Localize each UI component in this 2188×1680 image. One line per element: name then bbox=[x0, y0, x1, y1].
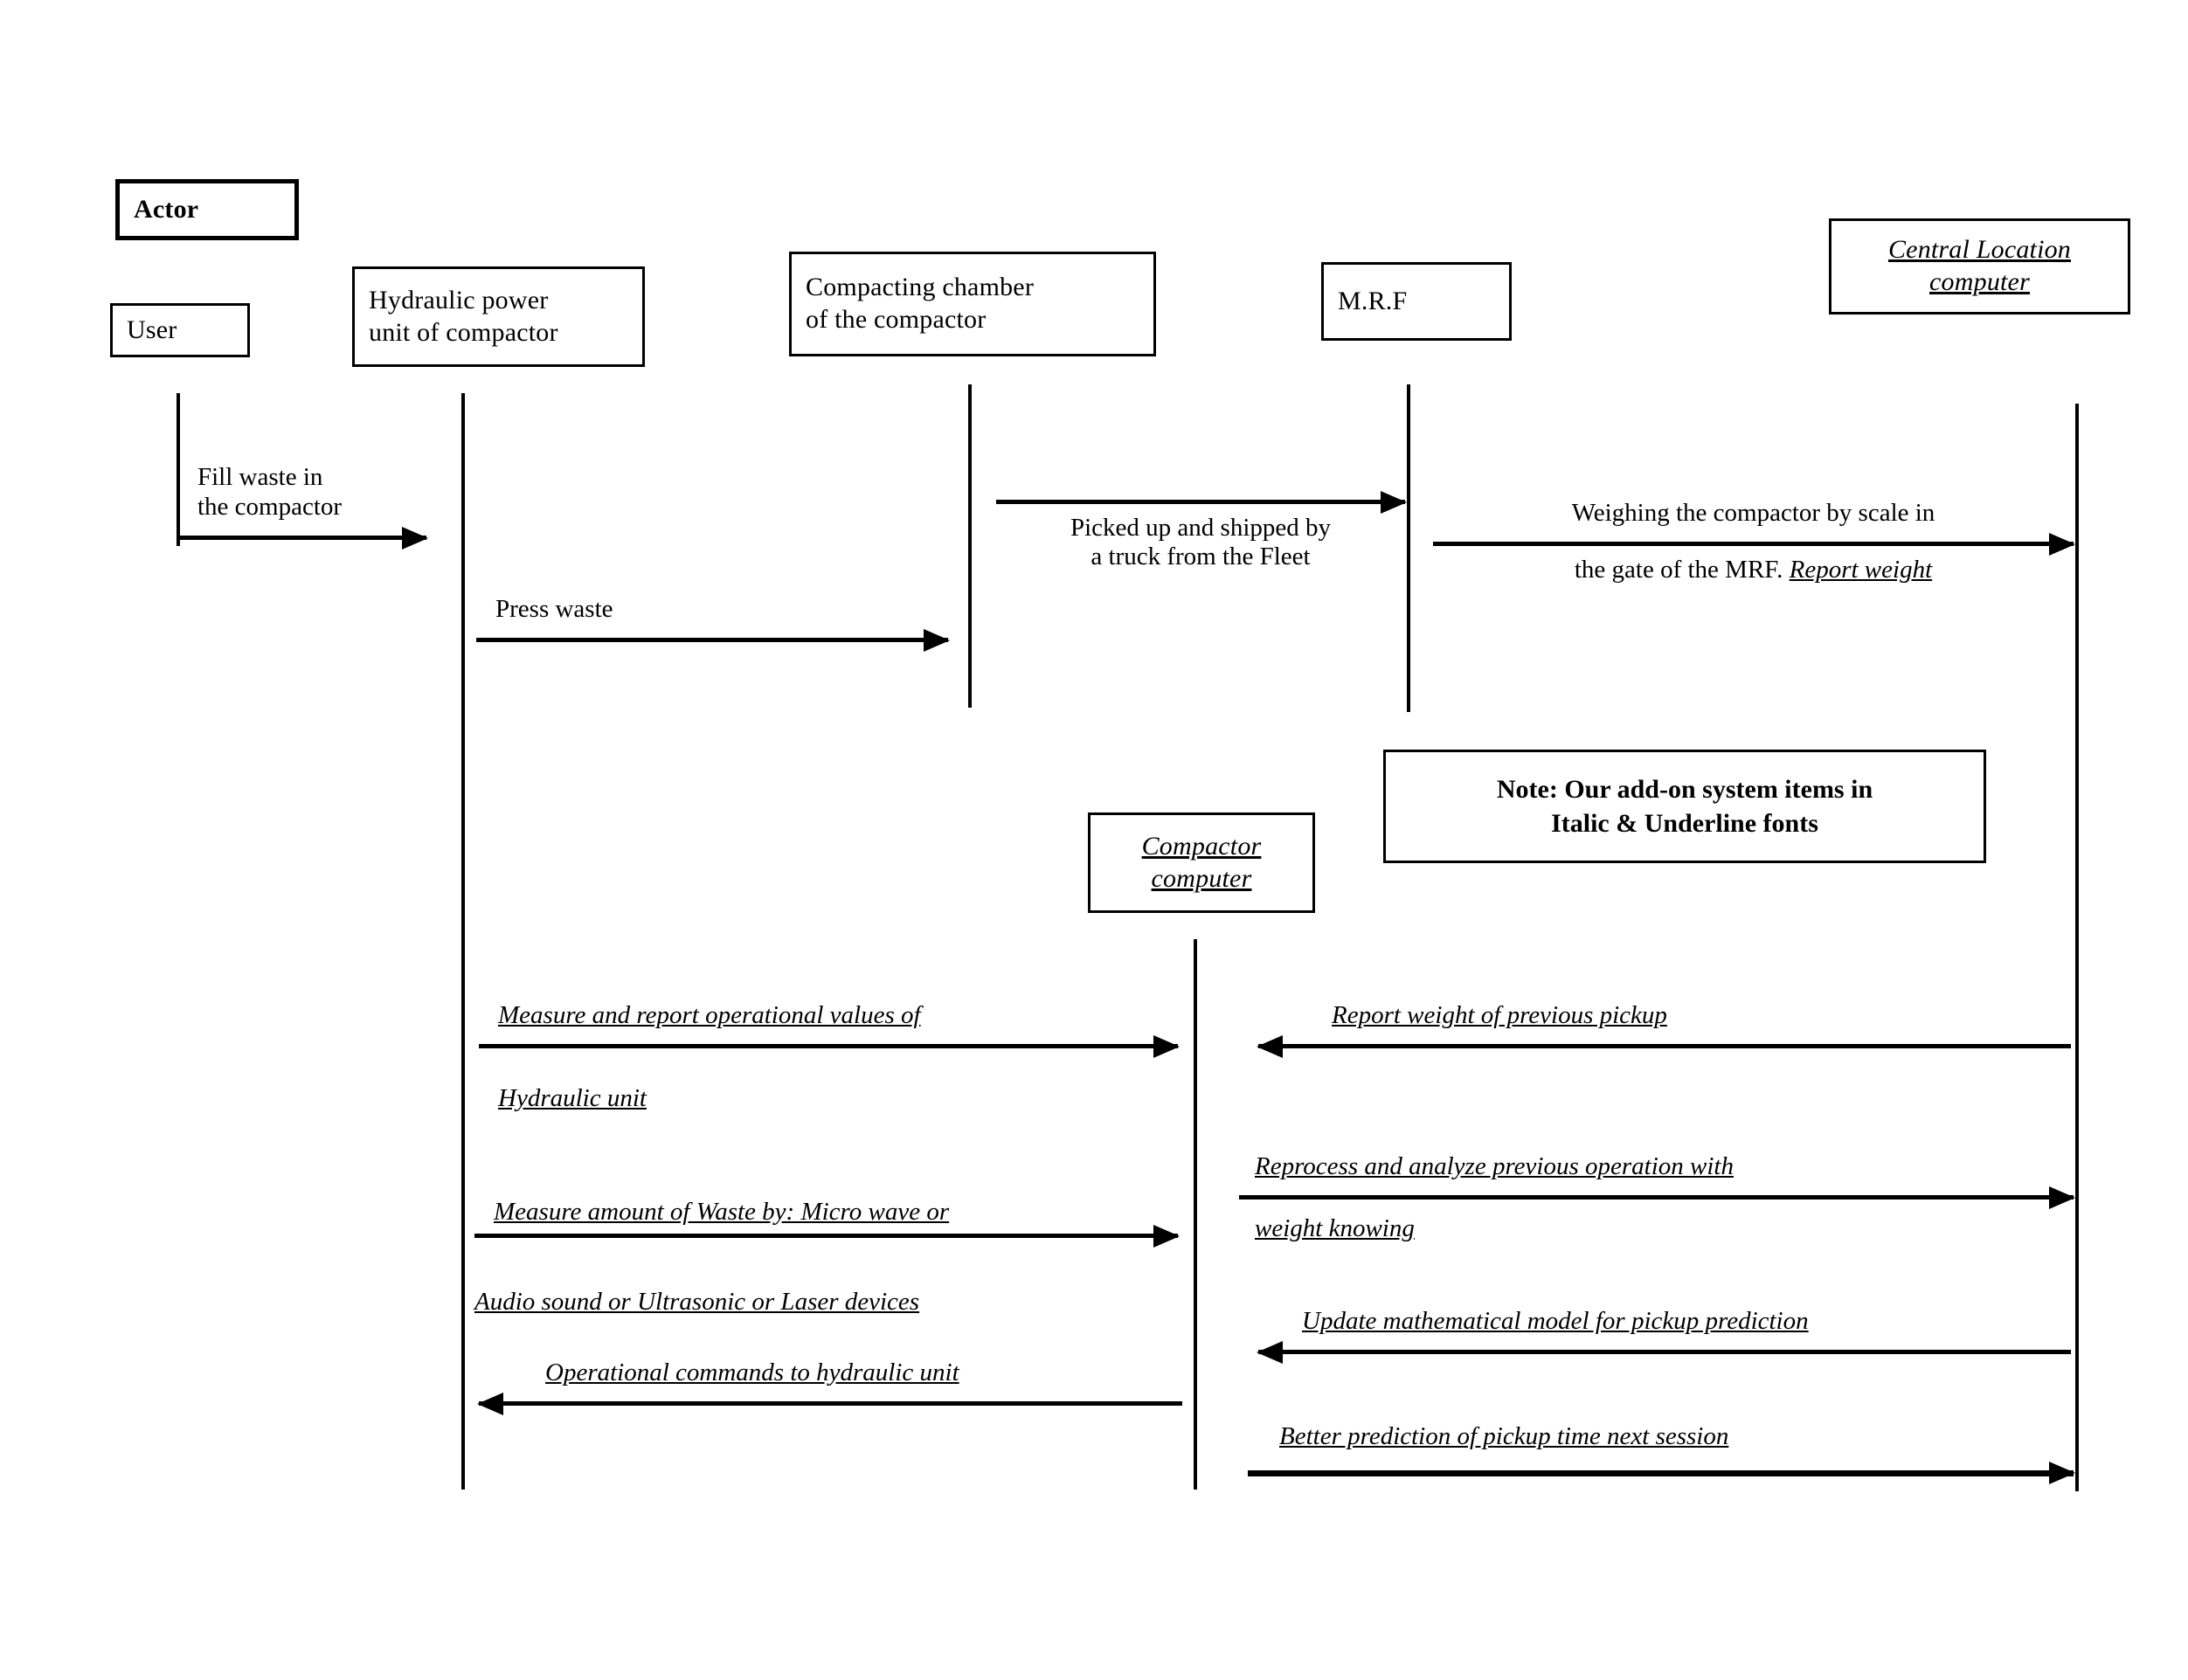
participant-label-compactor-computer: Compactor computer bbox=[1091, 831, 1312, 895]
arrowhead-right-icon bbox=[2049, 1186, 2075, 1209]
lifeline-user bbox=[177, 393, 180, 546]
participant-box-compacting-chamber[interactable]: Compacting chamber of the compactor bbox=[789, 252, 1156, 356]
message-label-line-1: Picked up and shipped by bbox=[1070, 514, 1332, 542]
participant-label-compactor-computer-line-2: computer bbox=[1151, 863, 1252, 893]
actor-legend-header-label: Actor bbox=[134, 194, 199, 224]
arrowhead-right-icon bbox=[402, 527, 428, 550]
message-label-line-2-addon: Report weight bbox=[1789, 556, 1933, 584]
message-label-line-1: Fill waste in bbox=[197, 463, 323, 492]
note-line-1: Note: Our add-on system items in bbox=[1496, 775, 1873, 804]
participant-label-central-line-1: Central Location bbox=[1887, 235, 2072, 265]
message-label-line-1: Measure amount of Waste by: Micro wave o… bbox=[494, 1197, 950, 1226]
participant-label-compactor-computer-line-1: Compactor bbox=[1141, 831, 1262, 861]
message-label-line-1: Measure and report operational values of bbox=[498, 1000, 921, 1029]
note-line-2: Italic & Underline fonts bbox=[1551, 809, 1818, 838]
message-label-upper: Weighing the compactor by scale in bbox=[1572, 499, 1935, 528]
arrowhead-left-icon bbox=[1257, 1341, 1283, 1364]
message-line bbox=[1239, 1195, 2074, 1200]
participant-box-mrf[interactable]: M.R.F bbox=[1321, 262, 1512, 341]
arrowhead-right-icon bbox=[1153, 1035, 1180, 1058]
participant-label-chamber-line-1: Compacting chamber bbox=[806, 273, 1035, 302]
message-label-line-1: Press waste bbox=[495, 594, 613, 623]
message-label: Fill waste in the compactor bbox=[197, 463, 342, 522]
participant-box-user[interactable]: User bbox=[110, 303, 250, 357]
participant-label-central-line-2: computer bbox=[1929, 267, 2030, 296]
arrowhead-right-icon bbox=[2049, 533, 2075, 556]
message-label-lower: weight knowing bbox=[1255, 1214, 1415, 1243]
message-label-line-2: a truck from the Fleet bbox=[1091, 543, 1311, 571]
message-label-lower: the gate of the MRF. Report weight bbox=[1575, 556, 1932, 584]
message-label: Update mathematical model for pickup pre… bbox=[1302, 1307, 1809, 1336]
lifeline-mrf bbox=[1407, 384, 1410, 712]
message-label: Better prediction of pickup time next se… bbox=[1279, 1422, 1728, 1451]
arrowhead-right-icon bbox=[924, 629, 950, 652]
message-label-line-1: Operational commands to hydraulic unit bbox=[545, 1358, 959, 1386]
message-label-line-1: Report weight of previous pickup bbox=[1332, 1000, 1667, 1029]
arrowhead-right-icon bbox=[1381, 491, 1407, 514]
message-label-line-2-plain: the gate of the MRF. bbox=[1574, 556, 1790, 584]
message-label: Picked up and shipped by a truck from th… bbox=[1070, 514, 1331, 572]
message-label-line-1: Reprocess and analyze previous operation… bbox=[1255, 1151, 1734, 1180]
message-label: Operational commands to hydraulic unit bbox=[545, 1359, 959, 1387]
message-label: Press waste bbox=[495, 595, 613, 624]
participant-box-compactor-computer[interactable]: Compactor computer bbox=[1088, 812, 1315, 913]
message-label-line-2: Hydraulic unit bbox=[498, 1084, 647, 1112]
message-line bbox=[1433, 542, 2074, 546]
message-line bbox=[479, 1044, 1178, 1048]
message-label-upper: Measure and report operational values of bbox=[498, 1001, 921, 1030]
note-label: Note: Our add-on system items in Italic … bbox=[1481, 772, 1888, 840]
participant-label-user: User bbox=[127, 315, 177, 344]
lifeline-compacting-chamber bbox=[968, 384, 972, 708]
message-label-lower: Audio sound or Ultrasonic or Laser devic… bbox=[474, 1288, 919, 1317]
participant-label-hydraulic-power-unit: Hydraulic power unit of compactor bbox=[355, 285, 642, 349]
message-label-upper: Measure amount of Waste by: Micro wave o… bbox=[494, 1198, 949, 1227]
participant-label-hydraulic-line-2: unit of compactor bbox=[369, 317, 558, 347]
participant-label-central-location-computer: Central Location computer bbox=[1831, 234, 2128, 298]
message-line bbox=[1258, 1044, 2071, 1048]
message-line bbox=[178, 536, 426, 540]
message-label-line-1: Update mathematical model for pickup pre… bbox=[1302, 1306, 1809, 1335]
participant-label-compacting-chamber: Compacting chamber of the compactor bbox=[792, 272, 1153, 335]
arrowhead-left-icon bbox=[477, 1393, 503, 1415]
actor-legend-header-box: Actor bbox=[115, 179, 299, 240]
lifeline-hydraulic-power-unit bbox=[461, 393, 465, 1490]
participant-label-hydraulic-line-1: Hydraulic power bbox=[369, 285, 549, 315]
message-line bbox=[996, 500, 1405, 504]
message-line bbox=[474, 1234, 1178, 1238]
arrowhead-right-icon bbox=[1153, 1225, 1180, 1248]
message-label-line-1: Weighing the compactor by scale in bbox=[1571, 498, 1935, 527]
arrowhead-right-icon bbox=[2049, 1462, 2075, 1484]
message-label-line-2: weight knowing bbox=[1255, 1214, 1415, 1242]
message-label-line-1: Better prediction of pickup time next se… bbox=[1279, 1421, 1729, 1450]
participant-label-chamber-line-2: of the compactor bbox=[806, 305, 987, 334]
participant-label-mrf: M.R.F bbox=[1338, 286, 1408, 315]
lifeline-compactor-computer bbox=[1194, 939, 1197, 1490]
message-label-line-2: the compactor bbox=[197, 492, 343, 521]
arrowhead-left-icon bbox=[1257, 1035, 1283, 1058]
message-label-line-2: Audio sound or Ultrasonic or Laser devic… bbox=[474, 1288, 920, 1316]
message-label: Report weight of previous pickup bbox=[1332, 1001, 1667, 1030]
message-line bbox=[1248, 1470, 2074, 1476]
message-line bbox=[479, 1401, 1182, 1406]
message-label-lower: Hydraulic unit bbox=[498, 1084, 647, 1113]
lifeline-central-location-computer bbox=[2075, 404, 2079, 1491]
message-line bbox=[476, 638, 948, 642]
message-label-upper: Reprocess and analyze previous operation… bbox=[1255, 1152, 1734, 1181]
note-box: Note: Our add-on system items in Italic … bbox=[1383, 750, 1986, 863]
participant-box-central-location-computer[interactable]: Central Location computer bbox=[1829, 218, 2130, 315]
sequence-diagram-canvas: Actor User Hydraulic power unit of compa… bbox=[0, 0, 2188, 1680]
participant-box-hydraulic-power-unit[interactable]: Hydraulic power unit of compactor bbox=[352, 266, 645, 367]
message-line bbox=[1258, 1350, 2071, 1354]
